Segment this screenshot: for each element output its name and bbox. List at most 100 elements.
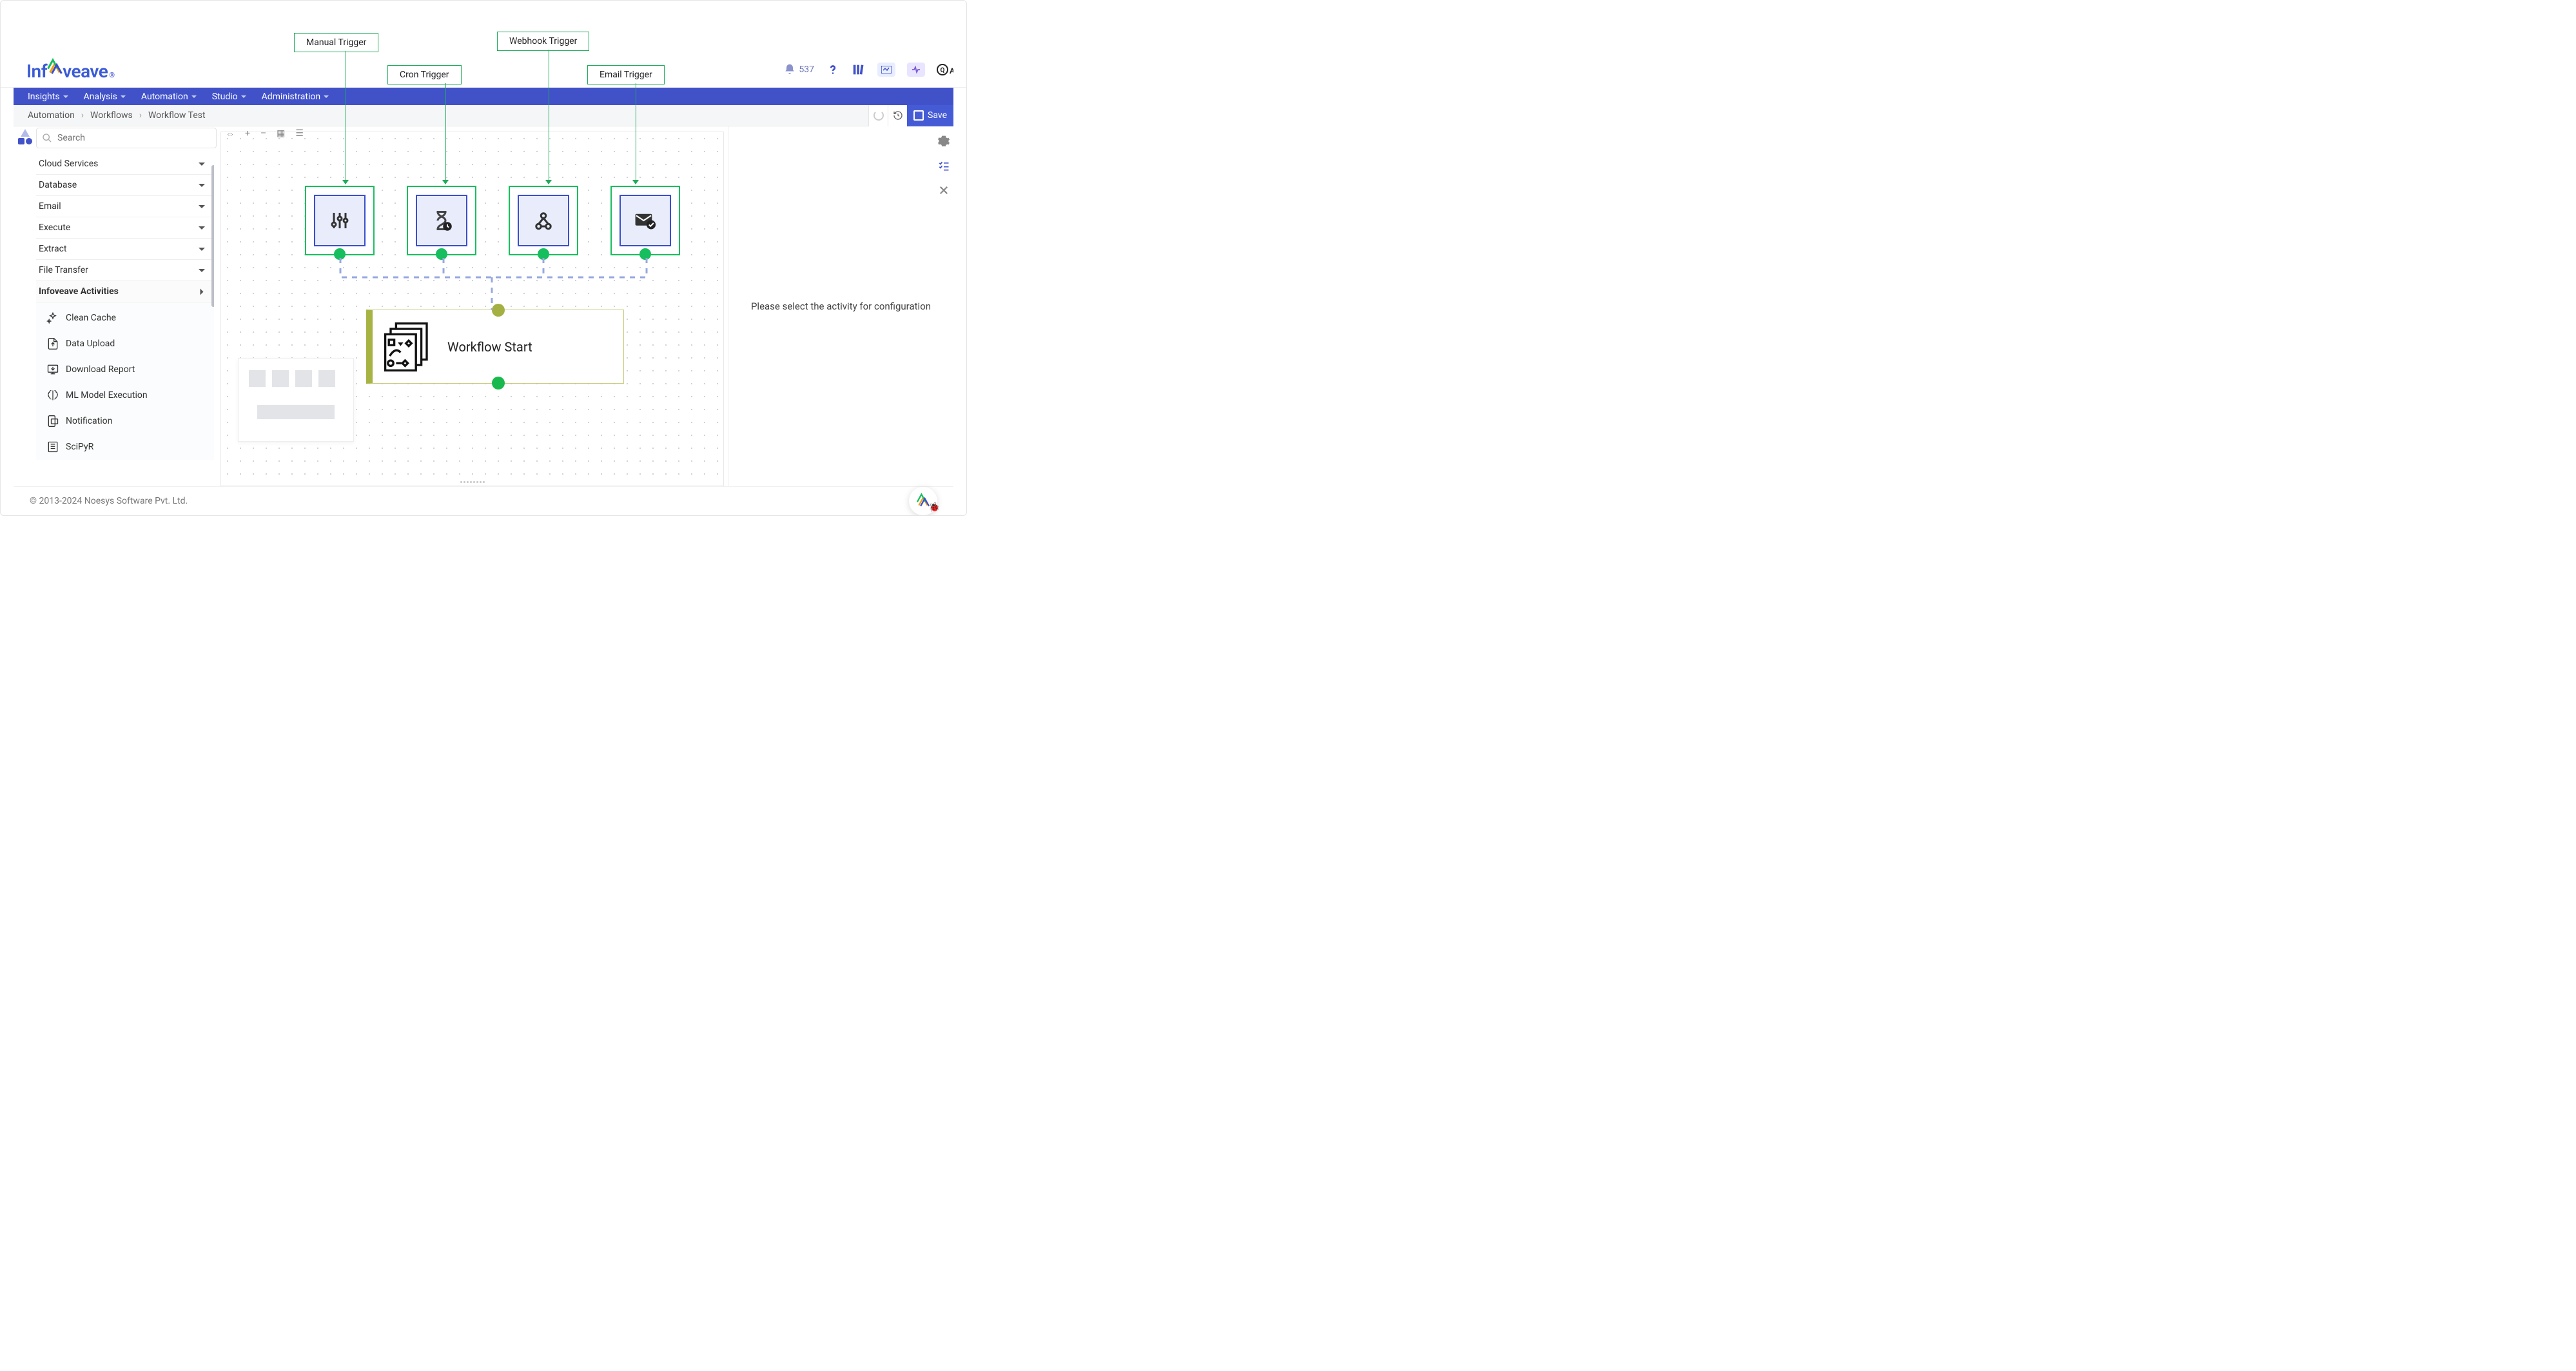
crumb-current: Workflow Test xyxy=(148,110,206,121)
grid-button[interactable]: ▦ xyxy=(277,128,285,139)
checklist-icon xyxy=(937,159,950,172)
callout-label: Webhook Trigger xyxy=(509,36,577,46)
question-icon xyxy=(826,63,840,77)
activity-download-report[interactable]: Download Report xyxy=(43,357,214,382)
settings-button[interactable] xyxy=(935,133,952,150)
history-button[interactable] xyxy=(888,105,907,126)
nav-automation[interactable]: Automation xyxy=(141,92,197,102)
save-button[interactable]: Save xyxy=(907,105,953,126)
shape-triangle-icon[interactable] xyxy=(21,129,30,137)
library-button[interactable] xyxy=(852,63,866,77)
activity-label: Clean Cache xyxy=(66,313,116,323)
activity-notification[interactable]: Notification xyxy=(43,408,214,434)
breadcrumb: Automation › Workflows › Workflow Test xyxy=(28,110,206,121)
zoom-out-button[interactable]: – xyxy=(260,128,266,139)
activity-ml-model[interactable]: ML Model Execution xyxy=(43,382,214,408)
crumb-automation[interactable]: Automation xyxy=(28,110,75,121)
nav-label: Studio xyxy=(212,92,238,102)
qa-icon: QA xyxy=(937,63,953,77)
navbar: Insights Analysis Automation Studio Admi… xyxy=(14,88,953,105)
activity-icon xyxy=(911,66,921,74)
list-button[interactable]: ☰ xyxy=(295,128,304,139)
monitor-button[interactable] xyxy=(877,63,895,77)
monitor-icon xyxy=(881,66,892,74)
chevron-down-icon xyxy=(199,226,205,230)
notifications-button[interactable]: 537 xyxy=(783,63,814,76)
activity-clean-cache[interactable]: Clean Cache xyxy=(43,305,214,331)
category-execute[interactable]: Execute xyxy=(36,217,214,239)
help-button[interactable] xyxy=(826,63,840,77)
activity-label: ML Model Execution xyxy=(66,390,148,400)
crumb-separator: › xyxy=(139,110,142,121)
category-label: Database xyxy=(39,180,77,190)
shape-pair-icon[interactable] xyxy=(18,138,32,144)
history-icon xyxy=(893,110,903,121)
category-extract[interactable]: Extract xyxy=(36,239,214,260)
sparkle-icon xyxy=(46,311,59,324)
nav-label: Automation xyxy=(141,92,188,102)
svg-text:A: A xyxy=(950,66,953,75)
checklist-button[interactable] xyxy=(935,157,952,174)
upload-icon xyxy=(46,337,59,350)
logo-text-1: Inf xyxy=(26,61,47,82)
brain-icon xyxy=(46,389,59,402)
callout-label: Manual Trigger xyxy=(306,37,366,48)
logo-text-2: veave xyxy=(63,61,108,82)
qa-button[interactable]: QA xyxy=(937,63,953,77)
canvas-toolbar: ⇔ + – ▦ ☰ xyxy=(226,126,304,141)
activity-button[interactable] xyxy=(907,63,925,77)
activity-data-upload[interactable]: Data Upload xyxy=(43,331,214,357)
category-label: Cloud Services xyxy=(39,159,98,169)
scipyr-icon xyxy=(46,440,59,453)
chevron-down-icon xyxy=(199,248,205,251)
chevron-down-icon xyxy=(199,184,205,187)
activity-scipyr[interactable]: SciPyR xyxy=(43,434,214,460)
topbar: Inf veave ® 537 xyxy=(1,52,966,88)
logo: Inf veave ® xyxy=(26,58,114,82)
logo-icon xyxy=(45,58,64,77)
fit-button[interactable]: ⇔ xyxy=(226,128,235,139)
nav-insights[interactable]: Insights xyxy=(28,92,68,102)
category-label: Extract xyxy=(39,244,66,254)
notifications-count: 537 xyxy=(799,64,814,75)
connectors xyxy=(221,132,723,486)
category-label: File Transfer xyxy=(39,265,88,275)
zoom-in-button[interactable]: + xyxy=(245,128,250,139)
nav-analysis[interactable]: Analysis xyxy=(84,92,126,102)
chevron-right-icon xyxy=(200,288,204,295)
category-file-transfer[interactable]: File Transfer xyxy=(36,260,214,281)
notification-icon xyxy=(46,415,59,428)
category-cloud-services[interactable]: Cloud Services xyxy=(36,153,214,175)
loading-button[interactable] xyxy=(868,105,888,126)
callout-webhook: Webhook Trigger xyxy=(497,32,589,51)
category-label: Execute xyxy=(39,222,70,233)
activity-label: SciPyR xyxy=(66,442,93,452)
breadcrumb-row: Automation › Workflows › Workflow Test S… xyxy=(14,105,953,126)
activity-palette: Cloud Services Database Email Execute Ex… xyxy=(36,126,217,486)
svg-text:Q: Q xyxy=(941,67,945,74)
nav-administration[interactable]: Administration xyxy=(262,92,329,102)
chevron-down-icon xyxy=(199,163,205,166)
bug-icon[interactable]: 🐞 xyxy=(929,502,940,513)
category-infoveave-activities[interactable]: Infoveave Activities xyxy=(36,281,214,302)
nav-studio[interactable]: Studio xyxy=(212,92,246,102)
crumb-workflows[interactable]: Workflows xyxy=(90,110,133,121)
workflow-canvas[interactable]: Workflow Start xyxy=(220,132,724,486)
books-icon xyxy=(852,63,866,77)
chevron-down-icon xyxy=(199,205,205,208)
close-button[interactable] xyxy=(935,182,952,199)
activity-label: Notification xyxy=(66,416,112,426)
save-label: Save xyxy=(928,110,947,121)
spinner-icon xyxy=(873,110,884,121)
config-panel: Please select the activity for configura… xyxy=(728,126,953,486)
palette-scrollbar[interactable] xyxy=(211,165,215,307)
category-email[interactable]: Email xyxy=(36,196,214,217)
search-input[interactable] xyxy=(36,128,217,148)
category-database[interactable]: Database xyxy=(36,175,214,196)
activity-label: Data Upload xyxy=(66,339,115,349)
chevron-down-icon xyxy=(199,269,205,272)
canvas-wrap: ⇔ + – ▦ ☰ xyxy=(220,126,724,486)
copyright: © 2013-2024 Noesys Software Pvt. Ltd. xyxy=(30,496,188,506)
nav-label: Administration xyxy=(262,92,320,102)
footer: © 2013-2024 Noesys Software Pvt. Ltd. 🐞 xyxy=(14,486,953,515)
